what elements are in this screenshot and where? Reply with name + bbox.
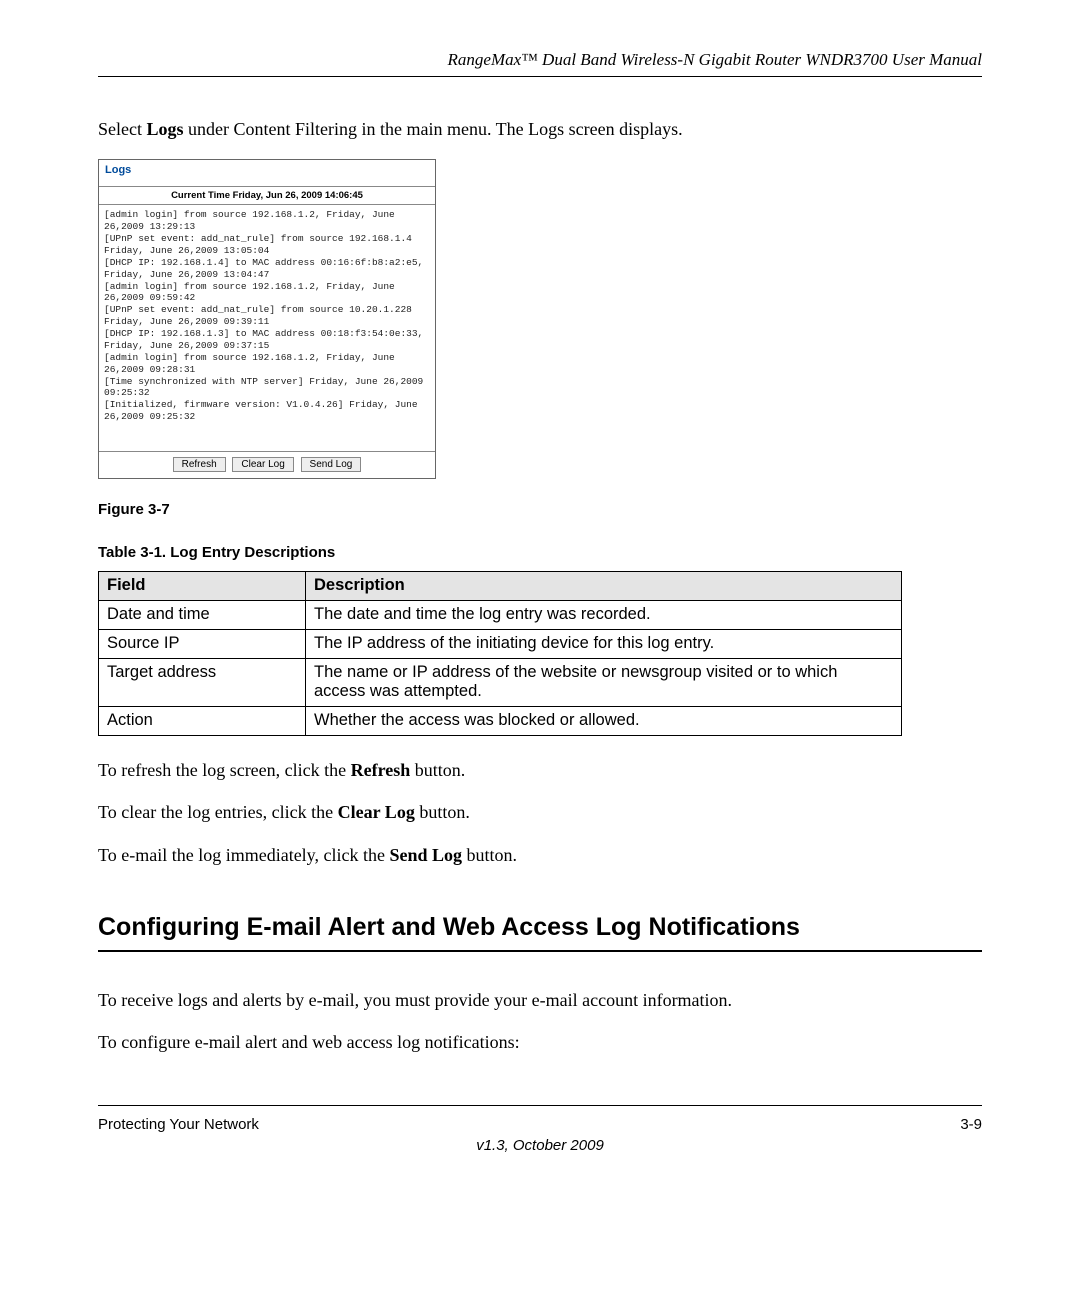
table-row: Target address The name or IP address of…	[99, 659, 902, 707]
page-footer: Protecting Your Network 3-9	[98, 1105, 982, 1133]
intro-paragraph: Select Logs under Content Filtering in t…	[98, 117, 982, 141]
footer-right: 3-9	[960, 1116, 982, 1133]
table-row: Action Whether the access was blocked or…	[99, 707, 902, 736]
table-cell-field: Date and time	[99, 601, 306, 630]
text: To clear the log entries, click the	[98, 802, 338, 822]
send-log-word: Send Log	[389, 845, 462, 865]
table-caption: Table 3-1. Log Entry Descriptions	[98, 544, 982, 561]
section-heading: Configuring E-mail Alert and Web Access …	[98, 913, 982, 952]
refresh-instruction: To refresh the log screen, click the Ref…	[98, 758, 982, 782]
table-cell-field: Action	[99, 707, 306, 736]
table-header-row: Field Description	[99, 572, 902, 601]
text: To refresh the log screen, click the	[98, 760, 351, 780]
clear-instruction: To clear the log entries, click the Clea…	[98, 800, 982, 824]
clear-log-button[interactable]: Clear Log	[232, 457, 293, 472]
text: button.	[415, 802, 470, 822]
table-cell-description: Whether the access was blocked or allowe…	[306, 707, 902, 736]
manual-header: RangeMax™ Dual Band Wireless-N Gigabit R…	[98, 50, 982, 77]
text: button.	[462, 845, 517, 865]
table-header-field: Field	[99, 572, 306, 601]
section-paragraph-2: To configure e-mail alert and web access…	[98, 1030, 982, 1054]
text: To e-mail the log immediately, click the	[98, 845, 389, 865]
log-entry-table: Field Description Date and time The date…	[98, 571, 902, 736]
footer-version: v1.3, October 2009	[98, 1137, 982, 1154]
table-row: Source IP The IP address of the initiati…	[99, 630, 902, 659]
send-instruction: To e-mail the log immediately, click the…	[98, 843, 982, 867]
clear-log-word: Clear Log	[338, 802, 415, 822]
figure-caption: Figure 3-7	[98, 501, 982, 518]
table-header-description: Description	[306, 572, 902, 601]
table-cell-description: The date and time the log entry was reco…	[306, 601, 902, 630]
logs-content: [admin login] from source 192.168.1.2, F…	[99, 205, 435, 452]
section-paragraph-1: To receive logs and alerts by e-mail, yo…	[98, 988, 982, 1012]
table-cell-field: Source IP	[99, 630, 306, 659]
logs-current-time: Current Time Friday, Jun 26, 2009 14:06:…	[99, 187, 435, 205]
table-cell-description: The name or IP address of the website or…	[306, 659, 902, 707]
intro-text-before: Select	[98, 119, 146, 139]
logs-panel: Logs Current Time Friday, Jun 26, 2009 1…	[98, 159, 436, 479]
table-row: Date and time The date and time the log …	[99, 601, 902, 630]
intro-text-after: under Content Filtering in the main menu…	[184, 119, 683, 139]
logs-panel-title: Logs	[99, 160, 435, 187]
footer-left: Protecting Your Network	[98, 1116, 259, 1133]
refresh-word: Refresh	[351, 760, 411, 780]
logs-button-row: Refresh Clear Log Send Log	[99, 452, 435, 478]
intro-logs-word: Logs	[146, 119, 183, 139]
send-log-button[interactable]: Send Log	[301, 457, 362, 472]
refresh-button[interactable]: Refresh	[173, 457, 226, 472]
table-cell-field: Target address	[99, 659, 306, 707]
text: button.	[410, 760, 465, 780]
table-cell-description: The IP address of the initiating device …	[306, 630, 902, 659]
